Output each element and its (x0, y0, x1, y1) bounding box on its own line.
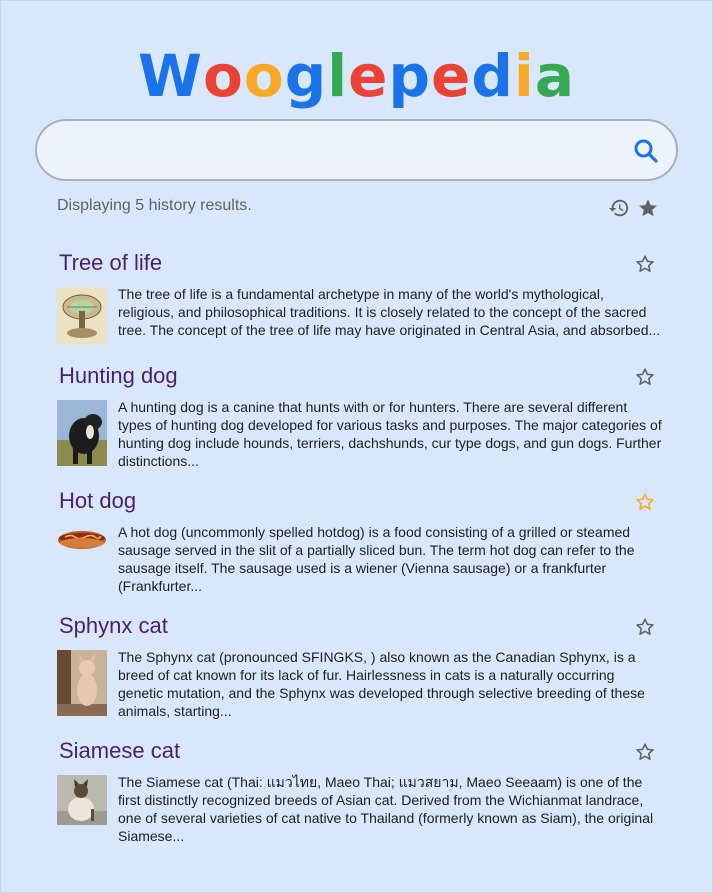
logo-letter: a (534, 42, 575, 110)
result-title[interactable]: Siamese cat (57, 735, 662, 767)
result-title[interactable]: Tree of life (57, 247, 662, 279)
result-item: Hot dog A hot dog (uncommonly spelled ho… (57, 485, 662, 595)
logo-letter: d (471, 42, 514, 110)
result-thumbnail[interactable] (57, 525, 107, 561)
result-thumbnail[interactable] (57, 400, 107, 466)
search-input[interactable] (59, 133, 623, 169)
star-outline-icon[interactable] (634, 253, 656, 275)
result-thumbnail[interactable] (57, 287, 107, 345)
result-item: Sphynx cat The Sphynx cat (pronounced SF… (57, 610, 662, 720)
logo-letter: e (348, 42, 389, 110)
result-snippet: The Sphynx cat (pronounced SFINGKS, ) al… (118, 649, 645, 719)
result-item: Tree of life The tree of life is a funda… (57, 247, 662, 345)
result-snippet: The Siamese cat (Thai: แมวไทย, Maeo Thai… (118, 774, 654, 844)
logo-letter: W (138, 42, 204, 110)
result-item: Siamese cat The Siamese cat (Thai: แมวไท… (57, 735, 662, 845)
site-logo: Wooglepedia (1, 41, 712, 111)
star-filled-icon[interactable] (637, 197, 659, 219)
result-thumbnail[interactable] (57, 650, 107, 716)
results-count: Displaying 5 history results. (57, 197, 252, 214)
result-item: Hunting dog A hunting dog is a canine th… (57, 360, 662, 470)
logo-letter: e (431, 42, 472, 110)
result-snippet: A hot dog (uncommonly spelled hotdog) is… (118, 524, 635, 594)
result-title[interactable]: Hunting dog (57, 360, 662, 392)
result-snippet: The tree of life is a fundamental archet… (118, 286, 661, 338)
star-outline-icon[interactable] (634, 741, 656, 763)
star-outline-icon[interactable] (634, 491, 656, 513)
result-title[interactable]: Hot dog (57, 485, 662, 517)
logo-letter: g (284, 42, 328, 110)
result-title[interactable]: Sphynx cat (57, 610, 662, 642)
star-outline-icon[interactable] (634, 366, 656, 388)
results-list: Tree of life The tree of life is a funda… (57, 247, 662, 860)
history-icon[interactable] (608, 197, 630, 219)
logo-letter: p (388, 42, 432, 110)
search-icon[interactable] (632, 137, 660, 165)
star-outline-icon[interactable] (634, 616, 656, 638)
result-thumbnail[interactable] (57, 775, 107, 825)
logo-letter: o (203, 42, 244, 110)
logo-letter: i (513, 42, 535, 110)
search-bar (35, 119, 678, 181)
result-snippet: A hunting dog is a canine that hunts wit… (118, 399, 662, 469)
logo-letter: o (243, 42, 285, 110)
logo-letter: l (327, 42, 349, 110)
